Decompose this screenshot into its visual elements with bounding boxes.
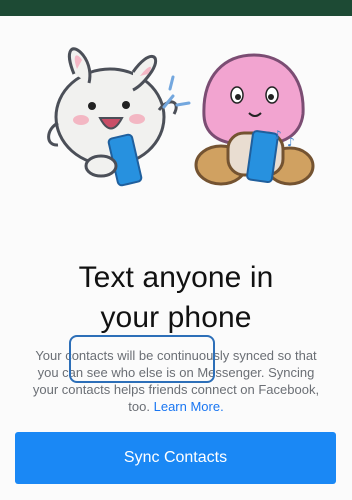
description-line-4: too. Learn More. [16,398,336,415]
status-bar [0,0,352,16]
pink-creature-sticker-icon: ♪ ♪ [194,53,315,186]
contact-sync-description: Your contacts will be continuously synce… [16,347,336,415]
svg-text:♪: ♪ [287,135,295,149]
learn-more-link[interactable]: Learn More. [154,399,224,414]
title-line-2: your phone [100,301,252,335]
sync-contacts-screen: ♪ ♪ Text anyone in your phone [0,16,352,500]
description-suffix: too. [128,399,150,414]
description-line-3: your contacts helps friends connect on F… [32,382,320,397]
bunny-sticker-icon [47,47,191,187]
title-line-1: Text anyone in [78,261,274,295]
description-line-2: you can see who else is on Messenger. Sy… [37,365,315,380]
svg-text:♪: ♪ [274,128,282,142]
page-title: Text anyone in your phone [0,258,352,338]
messenger-stickers-illustration: ♪ ♪ [47,47,315,187]
description-line-1: Your contacts will be continuously synce… [35,348,317,363]
sync-contacts-button[interactable]: Sync Contacts [15,432,336,484]
